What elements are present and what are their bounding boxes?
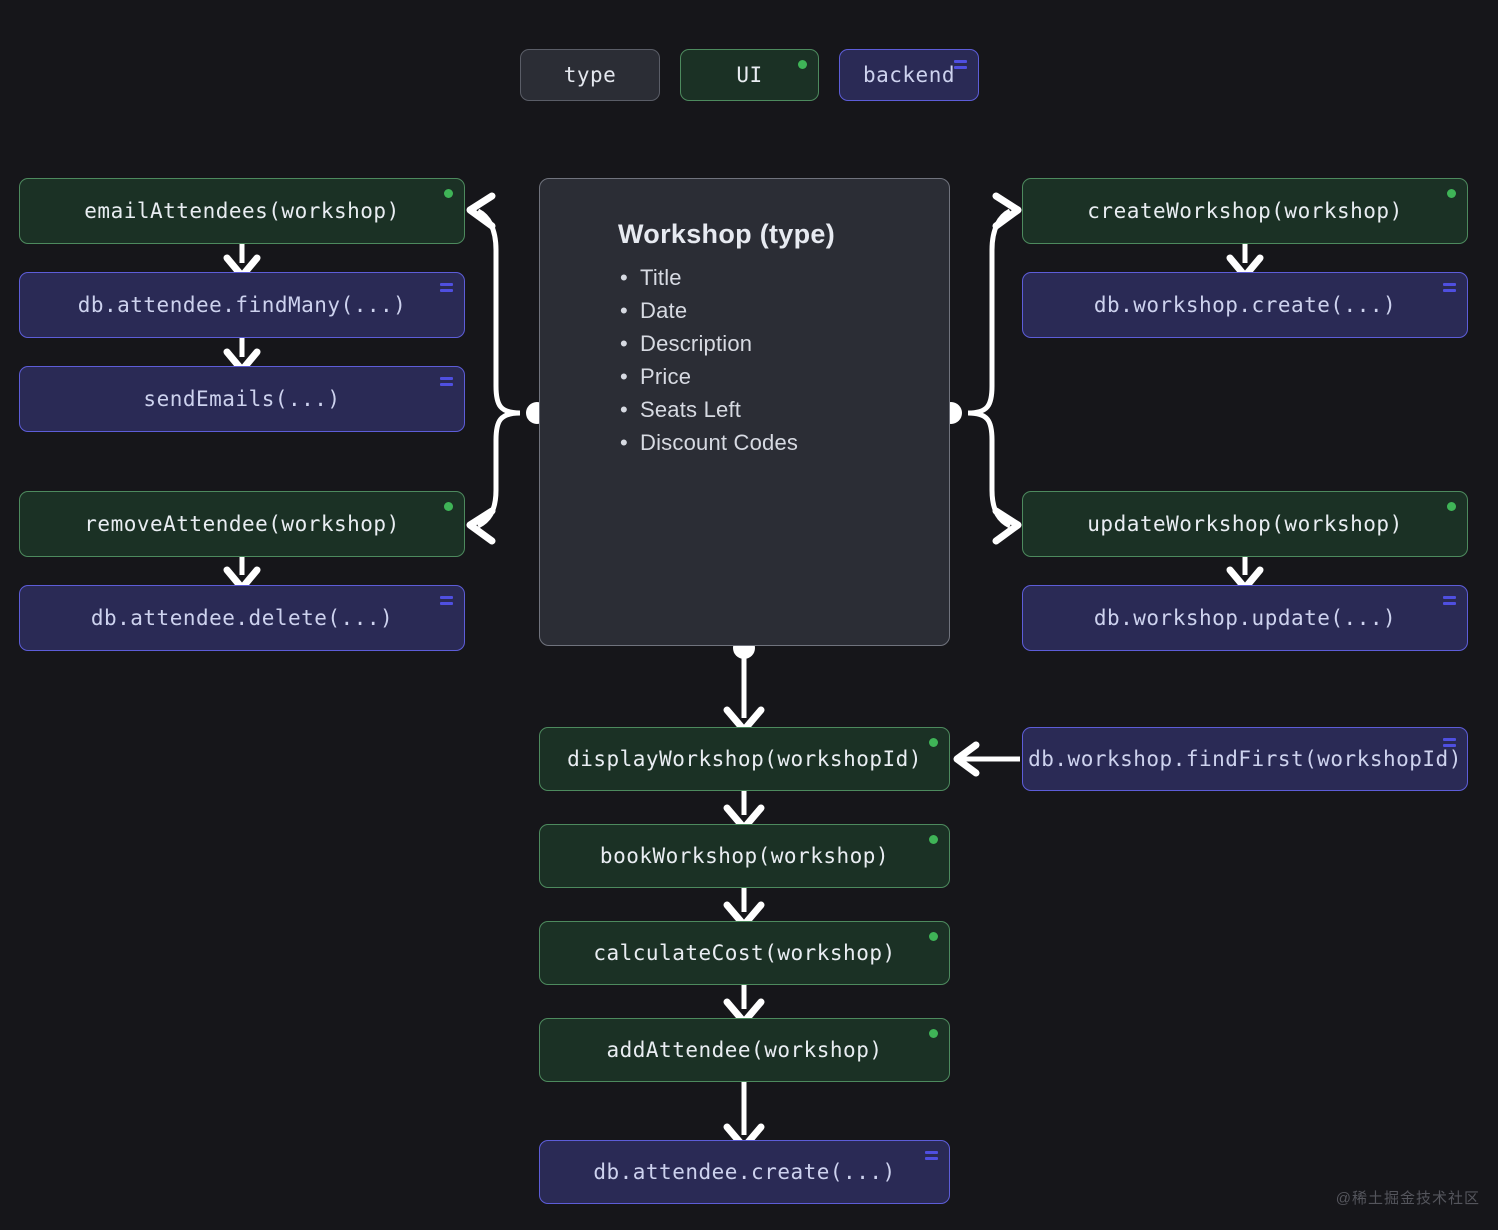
type-card-field: Price <box>618 360 949 393</box>
node-label: db.attendee.findMany(...) <box>77 292 407 317</box>
stacked-bars-icon <box>1443 283 1456 292</box>
node-label: sendEmails(...) <box>143 386 341 411</box>
legend-chip-backend-label: backend <box>862 63 955 87</box>
green-dot-icon <box>1447 189 1456 198</box>
type-card-field: Title <box>618 261 949 294</box>
node-label: db.workshop.create(...) <box>1093 292 1397 317</box>
node-label: db.attendee.delete(...) <box>90 605 394 630</box>
node-email-attendees[interactable]: emailAttendees(workshop) <box>19 178 465 244</box>
node-label: db.attendee.create(...) <box>593 1159 896 1184</box>
diagram-canvas: type UI backend Workshop (type) • Title … <box>0 0 1498 1230</box>
arrowhead <box>992 507 1022 545</box>
type-card-title: Workshop (type) <box>618 219 836 249</box>
stacked-bars-icon <box>440 283 453 292</box>
green-dot-icon <box>798 60 807 69</box>
node-calculate-cost[interactable]: calculateCost(workshop) <box>539 921 950 985</box>
type-card-field: Description <box>618 327 949 360</box>
node-label: displayWorkshop(workshopId) <box>567 746 922 771</box>
stacked-bars-icon <box>1443 738 1456 747</box>
workshop-type-card[interactable]: Workshop (type) Title Date Description P… <box>539 178 950 646</box>
green-dot-icon <box>444 502 453 511</box>
node-update-workshop[interactable]: updateWorkshop(workshop) <box>1022 491 1468 557</box>
node-label: createWorkshop(workshop) <box>1087 198 1403 223</box>
node-db-workshop-create[interactable]: db.workshop.create(...) <box>1022 272 1468 338</box>
node-send-emails[interactable]: sendEmails(...) <box>19 366 465 432</box>
node-db-workshop-update[interactable]: db.workshop.update(...) <box>1022 585 1468 651</box>
node-label: emailAttendees(workshop) <box>84 198 400 223</box>
legend-chip-backend[interactable]: backend <box>839 49 979 101</box>
node-label: addAttendee(workshop) <box>606 1037 883 1062</box>
node-db-workshop-find-first[interactable]: db.workshop.findFirst(workshopId) <box>1022 727 1468 791</box>
arrowhead <box>466 192 496 230</box>
green-dot-icon <box>929 932 938 941</box>
stacked-bars-icon <box>954 60 967 69</box>
node-db-attendee-delete[interactable]: db.attendee.delete(...) <box>19 585 465 651</box>
node-label: removeAttendee(workshop) <box>84 511 400 536</box>
legend-chip-ui-label: UI <box>736 63 763 87</box>
legend: type UI backend <box>520 49 979 101</box>
stacked-bars-icon <box>1443 596 1456 605</box>
type-card-field: Discount Codes <box>618 426 949 459</box>
legend-chip-type[interactable]: type <box>520 49 660 101</box>
node-add-attendee[interactable]: addAttendee(workshop) <box>539 1018 950 1082</box>
stacked-bars-icon <box>440 377 453 386</box>
watermark: @稀土掘金技术社区 <box>1335 1190 1480 1207</box>
node-label: bookWorkshop(workshop) <box>599 843 890 868</box>
node-label: updateWorkshop(workshop) <box>1087 511 1403 536</box>
type-card-field: Date <box>618 294 949 327</box>
arrowhead <box>953 741 980 777</box>
arrowhead <box>466 507 496 545</box>
node-db-attendee-create[interactable]: db.attendee.create(...) <box>539 1140 950 1204</box>
stacked-bars-icon <box>925 1151 938 1160</box>
node-db-attendee-find-many[interactable]: db.attendee.findMany(...) <box>19 272 465 338</box>
node-label: db.workshop.update(...) <box>1093 605 1397 630</box>
node-label: calculateCost(workshop) <box>593 940 896 965</box>
type-card-field: Seats Left <box>618 393 949 426</box>
legend-chip-type-label: type <box>563 63 617 87</box>
green-dot-icon <box>444 189 453 198</box>
green-dot-icon <box>1447 502 1456 511</box>
node-display-workshop[interactable]: displayWorkshop(workshopId) <box>539 727 950 791</box>
node-create-workshop[interactable]: createWorkshop(workshop) <box>1022 178 1468 244</box>
green-dot-icon <box>929 835 938 844</box>
node-label: db.workshop.findFirst(workshopId) <box>1028 746 1462 771</box>
legend-chip-ui[interactable]: UI <box>680 49 819 101</box>
green-dot-icon <box>929 1029 938 1038</box>
type-card-field-list: Title Date Description Price Seats Left … <box>618 261 949 459</box>
node-book-workshop[interactable]: bookWorkshop(workshop) <box>539 824 950 888</box>
stacked-bars-icon <box>440 596 453 605</box>
green-dot-icon <box>929 738 938 747</box>
node-remove-attendee[interactable]: removeAttendee(workshop) <box>19 491 465 557</box>
arrowhead <box>992 192 1022 230</box>
